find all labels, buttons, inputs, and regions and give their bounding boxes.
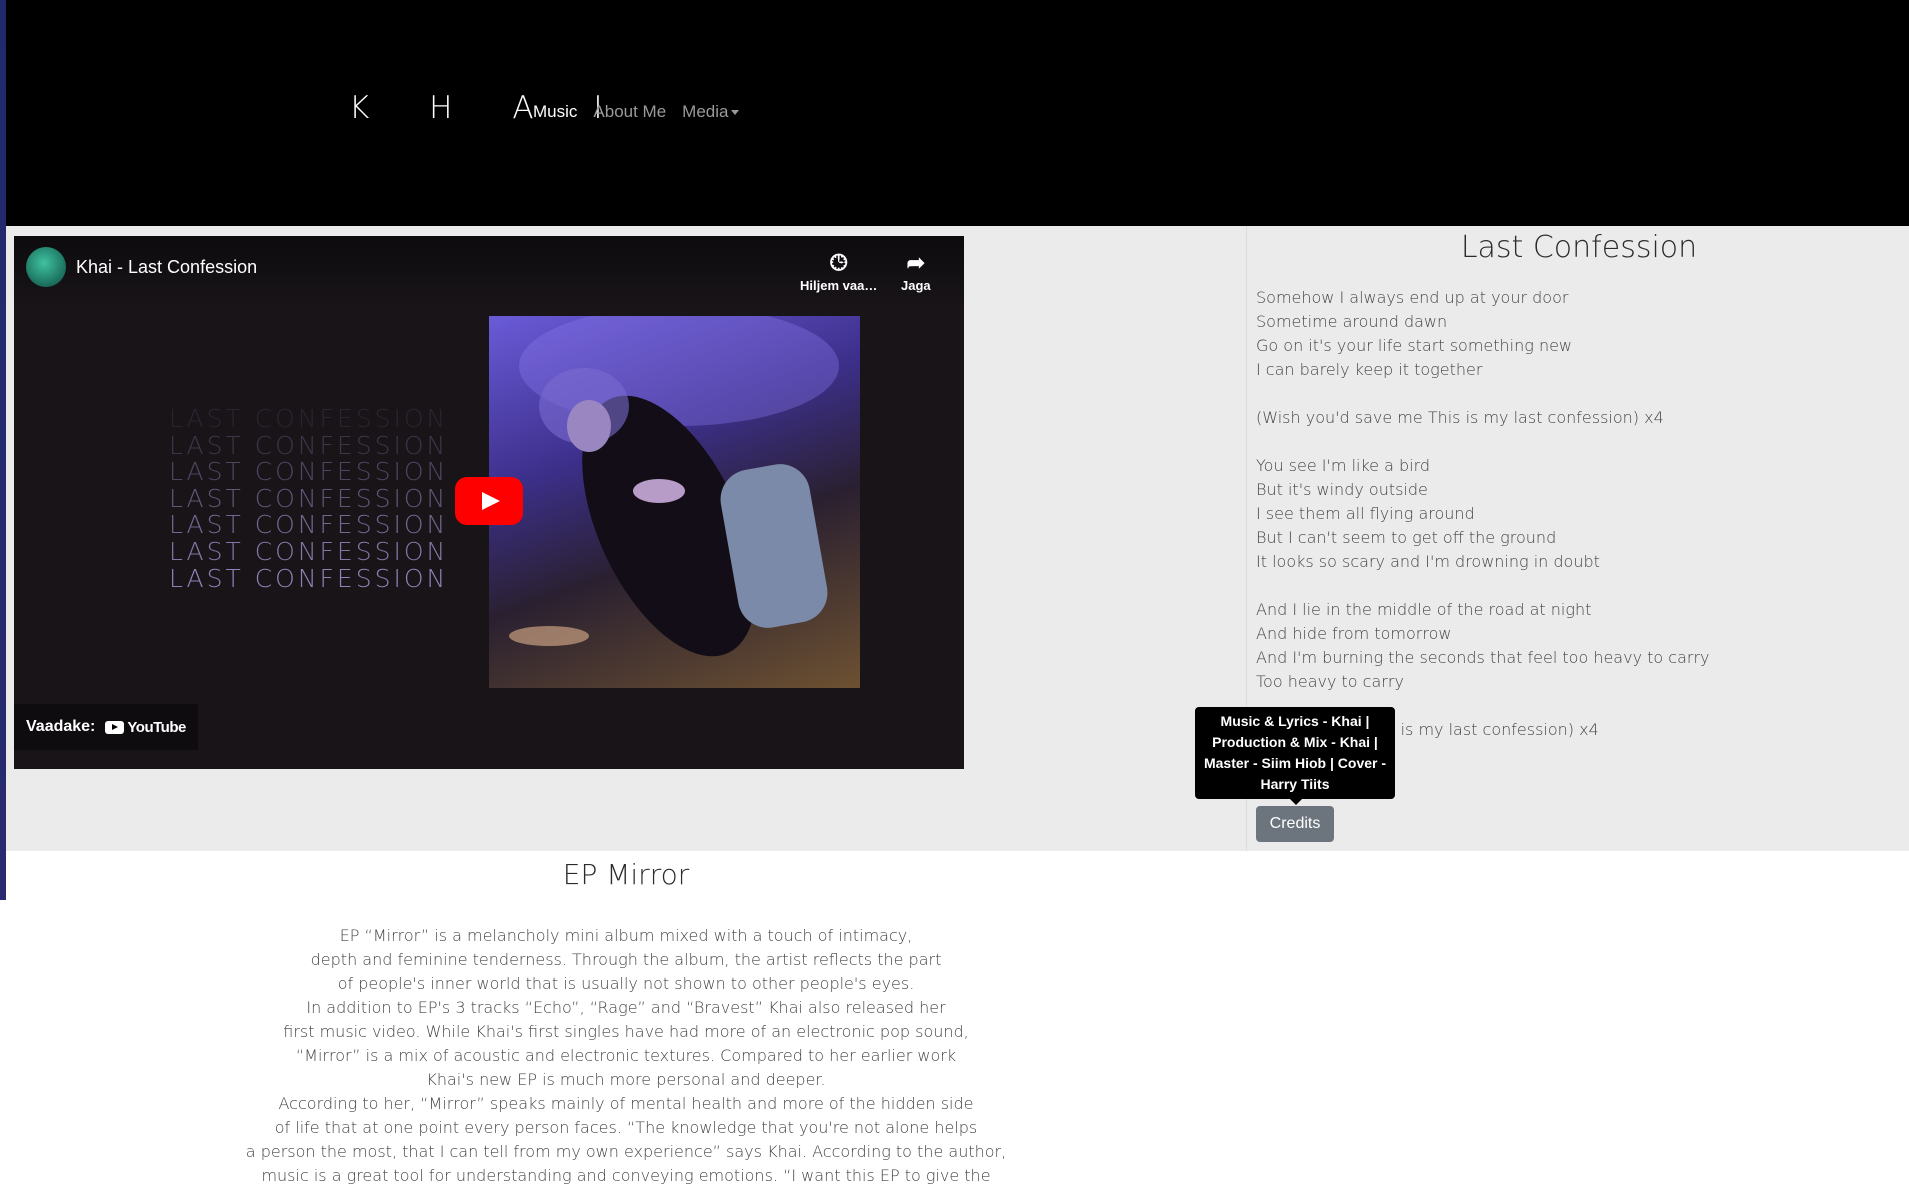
ep-text-line: of life that at one point every person f… [274,1118,978,1137]
ep-title: EP Mirror [562,858,690,891]
cover-text-line: LAST CONFESSION [169,510,449,540]
cover-text-line: LAST CONFESSION [169,536,449,566]
youtube-play-icon [105,720,125,734]
lyric-line: It looks so scary and I'm drowning in do… [1256,552,1600,571]
ep-text-line: first music video. While Khai's first si… [283,1022,969,1041]
navbar: K H A I Music About Me Media [6,0,1909,226]
chevron-down-icon [731,110,740,116]
nav-menu: Music About Me Media [533,102,740,122]
watch-on-youtube[interactable]: Vaadake: YouTube [14,704,198,750]
lyric-line: And I'm burning the seconds that feel to… [1256,648,1710,667]
lyric-line: Too heavy to carry [1256,672,1404,691]
lyric-line: I see them all flying around [1256,504,1475,523]
credits-tooltip: Music & Lyrics - Khai | Production & Mix… [1195,707,1395,805]
clock-icon: 🕒︎ [829,250,848,275]
lyric-line: And hide from tomorrow [1256,624,1452,643]
lyric-line: Go on it's your life start something new [1256,336,1573,355]
cover-text-line: LAST CONFESSION [169,483,449,513]
share-icon: ➦ [906,250,926,275]
play-button[interactable] [455,477,523,525]
nav-item-music[interactable]: Music [533,102,577,122]
cover-text-line: LAST CONFESSION [169,404,449,433]
lyrics-title: Last Confession [1460,230,1698,265]
lyrics-text: Somehow I always end up at your door Som… [1256,286,1876,766]
ep-description: EP “Mirror” is a melancholy mini album m… [6,924,1246,1188]
lyric-line: And I lie in the middle of the road at n… [1256,600,1592,619]
cover-text-line: LAST CONFESSION [169,457,449,487]
lyric-line: Sometime around dawn [1256,312,1448,331]
video-title[interactable]: Khai - Last Confession [76,257,257,278]
channel-avatar[interactable] [26,247,66,287]
lyric-line: Somehow I always end up at your door [1256,288,1569,307]
share-label: Jaga [901,278,931,293]
ep-text-line: of people's inner world that is usually … [337,974,915,993]
watch-on-label: Vaadake: [26,718,96,735]
watch-later-button[interactable]: 🕒︎ Hiljem vaa… [800,248,877,293]
ep-text-line: a person the most, that I can tell from … [245,1142,1007,1161]
lyric-line [1256,382,1876,406]
lyric-line: I can barely keep it together [1256,360,1483,379]
ep-text-line: According to her, “Mirror” speaks mainly… [278,1094,974,1113]
lyric-line [1256,574,1876,598]
ep-text-line: “Mirror” is a mix of acoustic and electr… [295,1046,957,1065]
youtube-player[interactable]: LAST CONFESSION LAST CONFESSION LAST CON… [14,236,964,769]
nav-item-media-label: Media [682,102,729,121]
cover-photo [509,316,839,657]
share-button[interactable]: ➦ Jaga [901,248,931,293]
ep-text-line: music is a great tool for understanding … [261,1166,991,1185]
ep-text-line: In addition to EP's 3 tracks “Echo”, “Ra… [306,998,946,1017]
lyric-line [1256,430,1876,454]
ep-text-line: depth and feminine tenderness. Through t… [310,950,942,969]
credits-button[interactable]: Credits [1256,806,1334,842]
nav-item-media[interactable]: Media [682,102,740,122]
ep-text-line: Khai's new EP is much more personal and … [426,1070,826,1089]
cover-text-line: LAST CONFESSION [169,430,449,460]
youtube-logo: YouTube [105,718,186,736]
lyric-line: But I can't seem to get off the ground [1256,528,1557,547]
ep-text-line: EP “Mirror” is a melancholy mini album m… [339,926,913,945]
lyric-line: But it's windy outside [1256,480,1428,499]
nav-item-about-me[interactable]: About Me [593,102,666,122]
cover-art-text: LAST CONFESSION LAST CONFESSION LAST CON… [169,404,449,593]
cover-text-line: LAST CONFESSION [169,563,449,593]
watch-later-label: Hiljem vaa… [800,278,878,293]
lyric-line: (Wish you'd save me This is my last conf… [1256,408,1664,427]
lyric-line: You see I'm like a bird [1256,456,1431,475]
video-thumbnail [489,316,860,688]
youtube-wordmark: YouTube [127,718,186,736]
